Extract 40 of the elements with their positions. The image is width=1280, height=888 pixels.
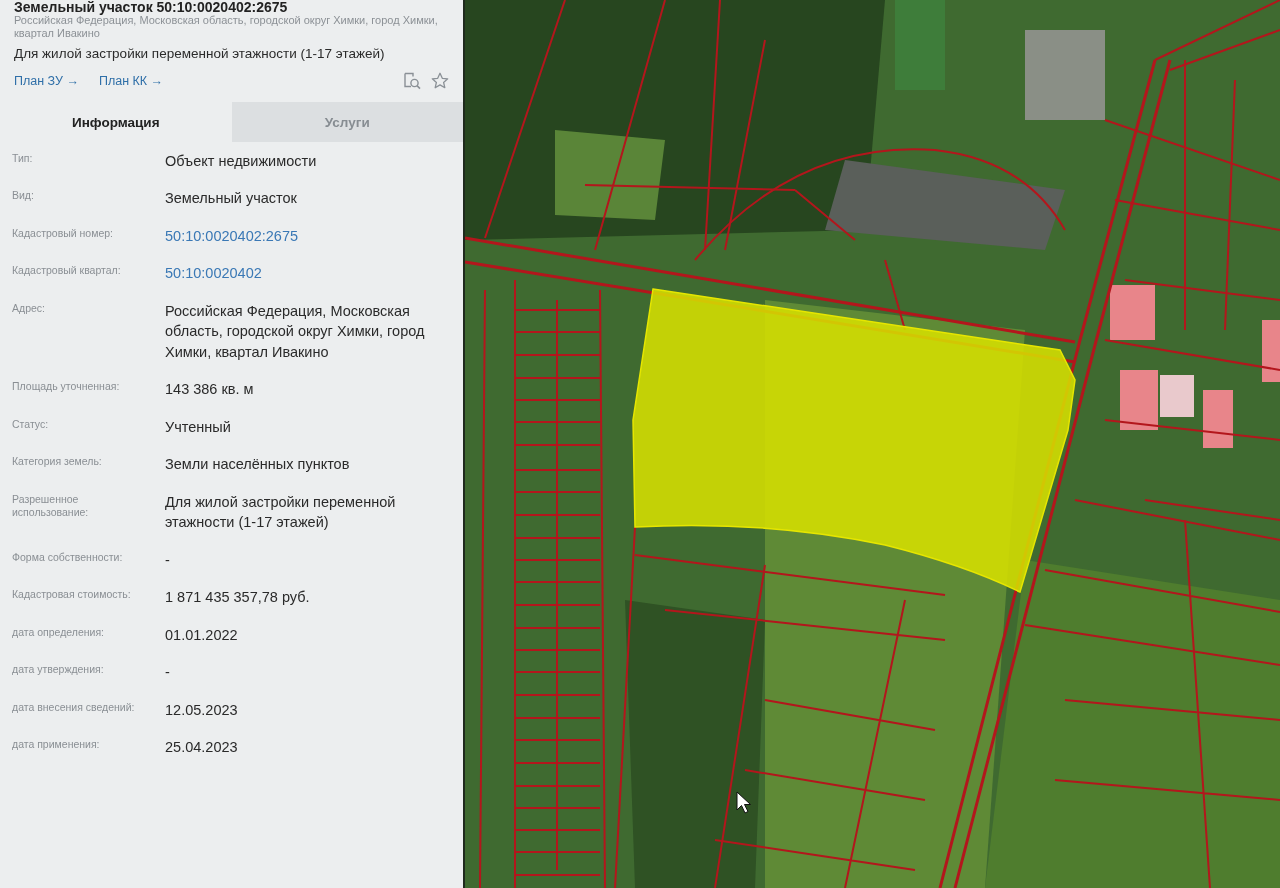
field-label: Площадь уточненная: bbox=[12, 379, 120, 393]
document-search-icon[interactable] bbox=[403, 72, 421, 90]
field-value: Земельный участок bbox=[165, 189, 297, 208]
field-value: 12.05.2023 bbox=[165, 700, 238, 720]
plan-link[interactable]: План ЗУ → bbox=[14, 74, 79, 88]
field-label: дата утверждения: bbox=[12, 662, 104, 676]
tab[interactable]: Услуги bbox=[231, 102, 463, 142]
parcel-purpose: Для жилой застройки переменной этажности (1-17 этажей) bbox=[14, 46, 386, 62]
field-value: - bbox=[165, 663, 170, 682]
field-value: Для жилой застройки переменной этажности (1-17 этажей) bbox=[165, 492, 397, 532]
field-label: Форма собственности: bbox=[12, 549, 123, 564]
field-value: 143 386 кв. м bbox=[165, 380, 254, 399]
field-value: 1 871 435 357,78 руб. bbox=[165, 588, 310, 607]
field-label: дата определения: bbox=[12, 624, 104, 639]
plan-link[interactable]: План КК → bbox=[98, 74, 164, 88]
field-label: Кадастровая стоимость: bbox=[12, 587, 131, 601]
field-label: Тип: bbox=[12, 150, 33, 165]
field-label: Категория земель: bbox=[12, 454, 102, 468]
field-value: Учтенный bbox=[165, 417, 231, 437]
field-label: дата внесения сведений: bbox=[12, 699, 135, 714]
mouse-pointer-icon bbox=[736, 791, 751, 814]
field-label: Кадастровый квартал: bbox=[12, 263, 121, 277]
parcel-title: Земельный участок 50:10:0020402:2675 bbox=[14, 0, 289, 14]
field-value-link[interactable]: 50:10:0020402:2675 bbox=[165, 225, 299, 246]
selected-parcel-area[interactable] bbox=[632, 288, 1076, 593]
field-label: Вид: bbox=[12, 188, 34, 202]
field-label: Кадастровый номер: bbox=[12, 225, 114, 240]
field-label: дата применения: bbox=[12, 737, 100, 751]
field-value: 01.01.2022 bbox=[165, 625, 238, 645]
field-value: - bbox=[165, 550, 170, 570]
field-label: Статус: bbox=[12, 416, 49, 431]
star-icon[interactable] bbox=[431, 72, 449, 90]
field-value: Земли населённых пунктов bbox=[165, 455, 350, 474]
parcel-address: Российская Федерация, Московская область, городской округ Химки, город Химки, квартал Ивакино bbox=[14, 14, 439, 40]
field-value-link[interactable]: 50:10:0020402 bbox=[165, 263, 262, 284]
field-value: Российская Федерация, Московская область, городской округ Химки, город Химки, квартал Ивакино bbox=[165, 301, 426, 362]
field-label: Разрешенное использование: bbox=[12, 491, 90, 519]
field-value: 25.04.2023 bbox=[165, 738, 238, 757]
field-value: Объект недвижимости bbox=[165, 151, 317, 171]
field-label: Адрес: bbox=[12, 300, 45, 315]
